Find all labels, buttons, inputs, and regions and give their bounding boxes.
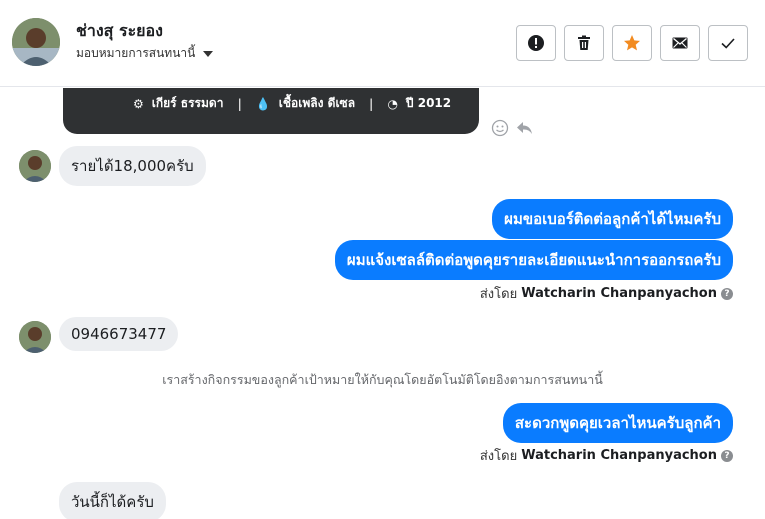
chevron-down-icon [203, 50, 214, 57]
sender-name: Watcharin Chanpanyachon [521, 286, 717, 301]
year-spec: ปี 2012 [405, 96, 452, 110]
message-thread[interactable]: ⚙ เกียร์ ธรรมดา | 💧 เชื้อเพลิง ดีเซล | ◔… [0, 88, 765, 519]
delete-button[interactable] [564, 25, 604, 61]
assign-label: มอบหมายการสนทนานี้ [76, 46, 196, 60]
check-icon [721, 38, 735, 49]
help-icon[interactable]: ? [721, 287, 733, 300]
alert-button[interactable] [516, 25, 556, 61]
sent-by-line: ส่งโดย Watcharin Chanpanyachon ? [480, 445, 733, 466]
assign-conversation-dropdown[interactable]: มอบหมายการสนทนานี้ [76, 44, 214, 63]
system-note: เราสร้างกิจกรรมของลูกค้าเป้าหมายให้กับคุ… [162, 372, 603, 387]
trash-icon [578, 35, 590, 50]
incoming-message: 0946673477 [59, 317, 179, 351]
contact-name: ช่างสุ ระยอง [76, 21, 163, 40]
conversation-header: ช่างสุ ระยอง มอบหมายการสนทนานี้ [0, 0, 765, 87]
emoji-icon[interactable] [491, 119, 509, 137]
outgoing-message: สะดวกพูดคุยเวลาไหนครับลูกค้า [502, 403, 733, 443]
help-icon[interactable]: ? [721, 449, 733, 462]
sent-by-line: ส่งโดย Watcharin Chanpanyachon ? [480, 283, 733, 304]
vehicle-card[interactable]: ⚙ เกียร์ ธรรมดา | 💧 เชื้อเพลิง ดีเซล | ◔… [63, 88, 479, 134]
fuel-spec: เชื้อเพลิง ดีเซล [278, 96, 356, 110]
star-button[interactable] [612, 25, 652, 61]
vehicle-specs: ⚙ เกียร์ ธรรมดา | 💧 เชื้อเพลิง ดีเซล | ◔… [133, 94, 451, 113]
envelope-icon [672, 37, 688, 49]
fuel-icon: 💧 [255, 96, 271, 111]
gear-icon: ⚙ [133, 96, 144, 111]
gear-spec: เกียร์ ธรรมดา [151, 96, 224, 110]
sent-by-prefix: ส่งโดย [479, 287, 518, 302]
contact-avatar [19, 321, 51, 353]
message-actions [491, 119, 533, 137]
done-button[interactable] [708, 25, 748, 61]
outgoing-message: ผมขอเบอร์ติดต่อลูกค้าได้ไหมครับ [492, 199, 733, 239]
divider: | [369, 96, 374, 111]
mail-button[interactable] [660, 25, 700, 61]
contact-avatar[interactable] [12, 18, 60, 66]
incoming-message: วันนี้ก็ได้ครับ [59, 482, 166, 519]
exclamation-icon [528, 35, 544, 51]
star-icon [624, 35, 640, 51]
divider: | [237, 96, 242, 111]
reply-icon[interactable] [515, 119, 533, 137]
sender-name: Watcharin Chanpanyachon [521, 448, 717, 463]
incoming-message: รายได้18,000ครับ [59, 146, 206, 186]
gauge-icon: ◔ [387, 96, 398, 111]
sent-by-prefix: ส่งโดย [479, 449, 518, 464]
contact-avatar [19, 150, 51, 182]
outgoing-message: ผมแจ้งเซลล์ติดต่อพูดคุยรายละเอียดแนะนำกา… [334, 240, 733, 280]
